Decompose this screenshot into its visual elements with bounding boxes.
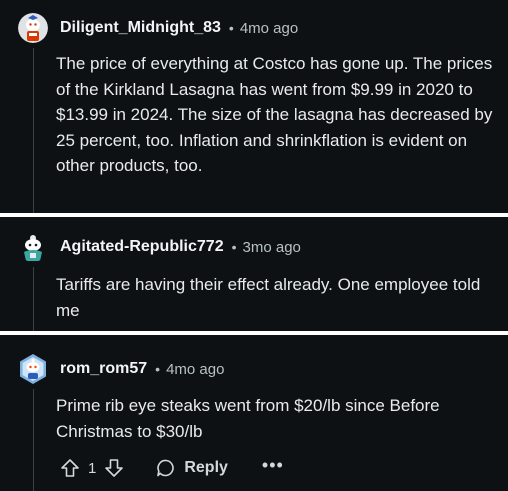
more-options-button[interactable]: •••: [262, 456, 284, 476]
comment-timestamp: 4mo ago: [166, 360, 225, 378]
vote-count: 1: [88, 459, 97, 477]
comment-body: Tariffs are having their effect already.…: [56, 275, 481, 320]
downvote-arrow-icon: [105, 459, 124, 477]
comment-header: Agitated-Republic772 • 3mo ago: [18, 232, 301, 262]
upvote-arrow-icon: [61, 459, 79, 477]
comment-card: rom_rom57 • 4mo ago Prime rib eye steaks…: [0, 335, 508, 491]
comment-author[interactable]: Agitated-Republic772: [60, 238, 224, 256]
comment-header: Diligent_Midnight_83 • 4mo ago: [18, 13, 298, 43]
thread-line[interactable]: [33, 48, 34, 213]
reply-button[interactable]: Reply: [156, 458, 228, 478]
snoo-avatar-blue-icon[interactable]: [18, 354, 48, 384]
comment-timestamp: 3mo ago: [242, 238, 301, 256]
upvote-button[interactable]: [58, 456, 82, 480]
thread-line[interactable]: [33, 389, 34, 491]
comment-author[interactable]: Diligent_Midnight_83: [60, 19, 221, 37]
meta-separator: •: [155, 361, 161, 377]
comment-thread: Diligent_Midnight_83 • 4mo ago The price…: [0, 0, 508, 491]
snoo-avatar-teal-icon[interactable]: [18, 232, 48, 262]
meta-separator: •: [228, 20, 234, 36]
meta-separator: •: [231, 239, 237, 255]
comment-timestamp: 4mo ago: [239, 19, 299, 37]
thread-line[interactable]: [33, 267, 34, 331]
comment-author[interactable]: rom_rom57: [60, 360, 147, 378]
snoo-avatar-red-icon[interactable]: [18, 13, 48, 43]
comment-card: Agitated-Republic772 • 3mo ago Tariffs a…: [0, 217, 508, 331]
speech-bubble-icon: [157, 459, 175, 477]
comment-header: rom_rom57 • 4mo ago: [18, 354, 224, 384]
reply-label: Reply: [184, 459, 228, 476]
comment-body: The price of everything at Costco has go…: [56, 54, 493, 175]
comment-body: Prime rib eye steaks went from $20/lb si…: [56, 396, 440, 441]
comment-actions: 1 Reply •••: [58, 456, 284, 480]
downvote-button[interactable]: [102, 456, 126, 480]
comment-card: Diligent_Midnight_83 • 4mo ago The price…: [0, 0, 508, 213]
